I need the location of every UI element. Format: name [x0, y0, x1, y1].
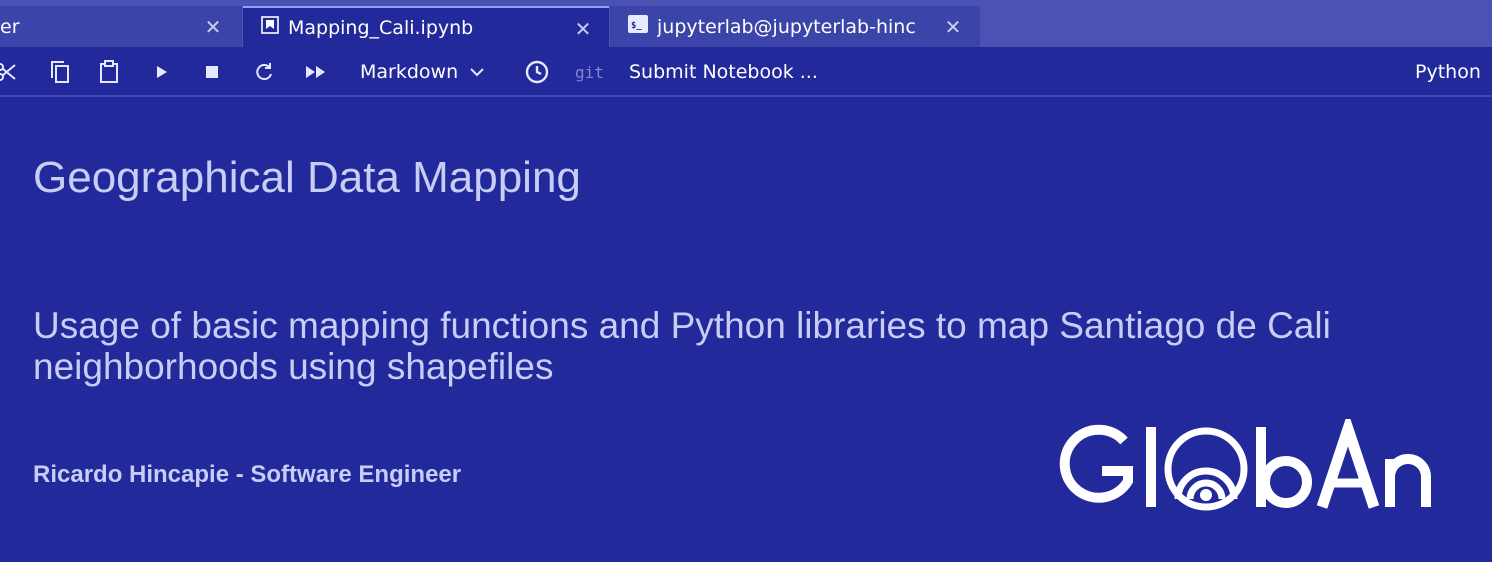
cell-type-label: Markdown: [360, 61, 459, 83]
run-icon[interactable]: [152, 59, 172, 85]
author-line: Ricardo Hincapie - Software Engineer: [33, 461, 462, 488]
tab-mapping-cali[interactable]: Mapping_Cali.ipynb ✕: [243, 6, 609, 47]
svg-text:$_: $_: [631, 21, 642, 31]
stop-icon[interactable]: [202, 59, 222, 85]
close-icon[interactable]: ✕: [943, 17, 963, 37]
copy-icon[interactable]: [48, 59, 72, 85]
subtitle-line: neighborhoods using shapefiles: [33, 346, 554, 387]
paste-icon[interactable]: [97, 59, 121, 85]
tab-label: Mapping_Cali.ipynb: [288, 16, 474, 39]
tab-terminal[interactable]: $_ jupyterlab@jupyterlab-hinc ✕: [610, 6, 980, 47]
tab-bar: er ✕ Mapping_Cali.ipynb ✕ $_ jupyterlab@…: [0, 0, 1492, 47]
kernel-name[interactable]: Python: [1415, 59, 1481, 85]
notebook-toolbar: Markdown git Submit Notebook ... Python: [0, 47, 1492, 97]
close-icon[interactable]: ✕: [573, 19, 593, 39]
terminal-icon: $_: [628, 15, 648, 38]
subtitle-line: Usage of basic mapping functions and Pyt…: [33, 305, 1331, 346]
chevron-down-icon: [470, 67, 484, 77]
notebook-title: Geographical Data Mapping: [33, 153, 581, 202]
restart-icon[interactable]: [253, 59, 275, 85]
submit-notebook-button[interactable]: Submit Notebook ...: [629, 59, 818, 85]
cut-icon[interactable]: [0, 59, 18, 85]
fast-forward-icon[interactable]: [303, 59, 329, 85]
notebook-subtitle: Usage of basic mapping functions and Pyt…: [33, 305, 1483, 387]
globan-logo: [1056, 411, 1436, 519]
tab-label: jupyterlab@jupyterlab-hinc: [657, 15, 916, 38]
clock-icon[interactable]: [524, 59, 550, 85]
cell-type-dropdown[interactable]: Markdown: [360, 59, 484, 85]
jupyterlab-window: er ✕ Mapping_Cali.ipynb ✕ $_ jupyterlab@…: [0, 0, 1492, 562]
close-icon[interactable]: ✕: [203, 17, 223, 37]
tab-launcher[interactable]: er ✕: [0, 6, 242, 47]
tab-label: er: [0, 15, 20, 38]
notebook-icon: [261, 16, 279, 39]
markdown-cell[interactable]: Geographical Data Mapping Usage of basic…: [0, 97, 1492, 562]
git-button[interactable]: git: [575, 59, 604, 85]
